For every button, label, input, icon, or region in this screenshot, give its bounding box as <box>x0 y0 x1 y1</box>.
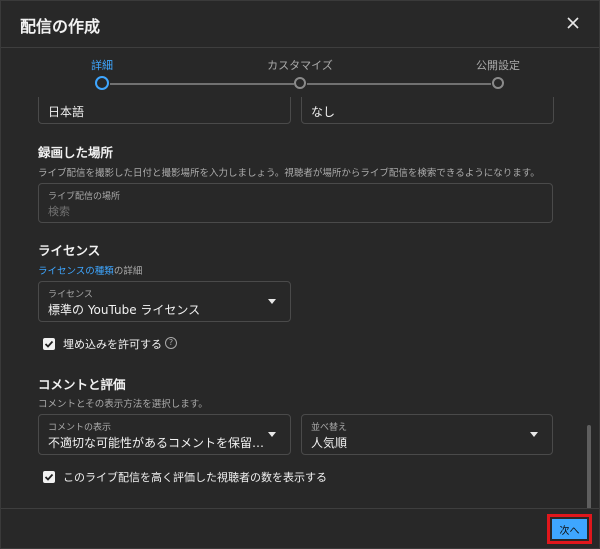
sort-by-value: 人気順 <box>311 436 348 450</box>
license-select[interactable]: ライセンス 標準の YouTube ライセンス <box>38 281 291 322</box>
location-search-field[interactable]: ライブ配信の場所 検索 <box>38 183 553 223</box>
step-dot-details[interactable] <box>95 76 109 90</box>
create-stream-dialog: 配信の作成 詳細 カスタマイズ 公開設定 日本語 なし 録画した場所 ライブ配信… <box>0 0 600 549</box>
checkmark-icon <box>44 473 54 481</box>
dialog-footer: 次へ <box>1 508 599 548</box>
license-value: 標準の YouTube ライセンス <box>48 303 201 317</box>
dropdown-arrow-icon <box>268 432 276 437</box>
help-circle-icon[interactable]: ? <box>165 337 177 349</box>
dropdown-arrow-icon <box>530 432 538 437</box>
allow-embedding-checkbox[interactable] <box>43 338 55 350</box>
license-types-link[interactable]: ライセンスの種類 <box>38 266 114 277</box>
license-info-suffix: の詳細 <box>113 266 143 277</box>
close-button[interactable] <box>561 11 585 35</box>
comment-display-select[interactable]: コメントの表示 不適切な可能性があるコメントを保留し... <box>38 414 291 455</box>
dialog-title: 配信の作成 <box>20 17 101 36</box>
dropdown-arrow-icon <box>268 299 276 304</box>
comments-description: コメントとその表示方法を選択します。 <box>38 399 208 410</box>
comment-display-value: 不適切な可能性があるコメントを保留し... <box>48 436 266 450</box>
sort-by-select[interactable]: 並べ替え 人気順 <box>301 414 553 455</box>
show-likes-label: このライブ配信を高く評価した視聴者の数を表示する <box>63 471 327 484</box>
allow-embedding-label: 埋め込みを許可する <box>63 338 162 351</box>
language-value: 日本語 <box>48 105 85 119</box>
recording-location-description: ライブ配信を撮影した日付と撮影場所を入力しましょう。視聴者が場所からライブ配信を… <box>38 168 540 179</box>
content-scrollbar[interactable] <box>587 425 591 511</box>
location-field-label: ライブ配信の場所 <box>48 192 121 202</box>
caption-certification-select[interactable]: なし <box>301 97 554 124</box>
license-info: ライセンスの種類の詳細 <box>38 263 142 277</box>
step-dot-customize[interactable] <box>294 77 306 89</box>
stepper-line <box>110 83 294 85</box>
step-label-visibility[interactable]: 公開設定 <box>476 57 520 73</box>
show-likes-checkbox[interactable] <box>43 471 55 483</box>
close-icon <box>567 17 579 29</box>
step-label-details[interactable]: 詳細 <box>91 57 113 73</box>
caption-certification-value: なし <box>311 105 336 119</box>
comments-title: コメントと評価 <box>38 377 126 392</box>
next-button[interactable]: 次へ <box>552 519 587 539</box>
checkmark-icon <box>44 340 54 348</box>
location-search-placeholder: 検索 <box>48 205 70 218</box>
step-dot-visibility[interactable] <box>492 77 504 89</box>
next-button-highlight: 次へ <box>547 514 592 544</box>
license-title: ライセンス <box>38 243 101 258</box>
comment-display-label: コメントの表示 <box>48 423 112 433</box>
dialog-header: 配信の作成 <box>1 1 599 48</box>
recording-location-title: 録画した場所 <box>38 145 114 160</box>
stepper: 詳細 カスタマイズ 公開設定 <box>1 48 599 96</box>
details-content[interactable]: 日本語 なし 録画した場所 ライブ配信を撮影した日付と撮影場所を入力しましょう。… <box>1 97 599 507</box>
language-select[interactable]: 日本語 <box>38 97 291 124</box>
sort-by-label: 並べ替え <box>311 423 348 433</box>
stepper-line <box>307 83 491 85</box>
step-label-customize[interactable]: カスタマイズ <box>267 57 333 73</box>
license-field-label: ライセンス <box>48 290 93 300</box>
